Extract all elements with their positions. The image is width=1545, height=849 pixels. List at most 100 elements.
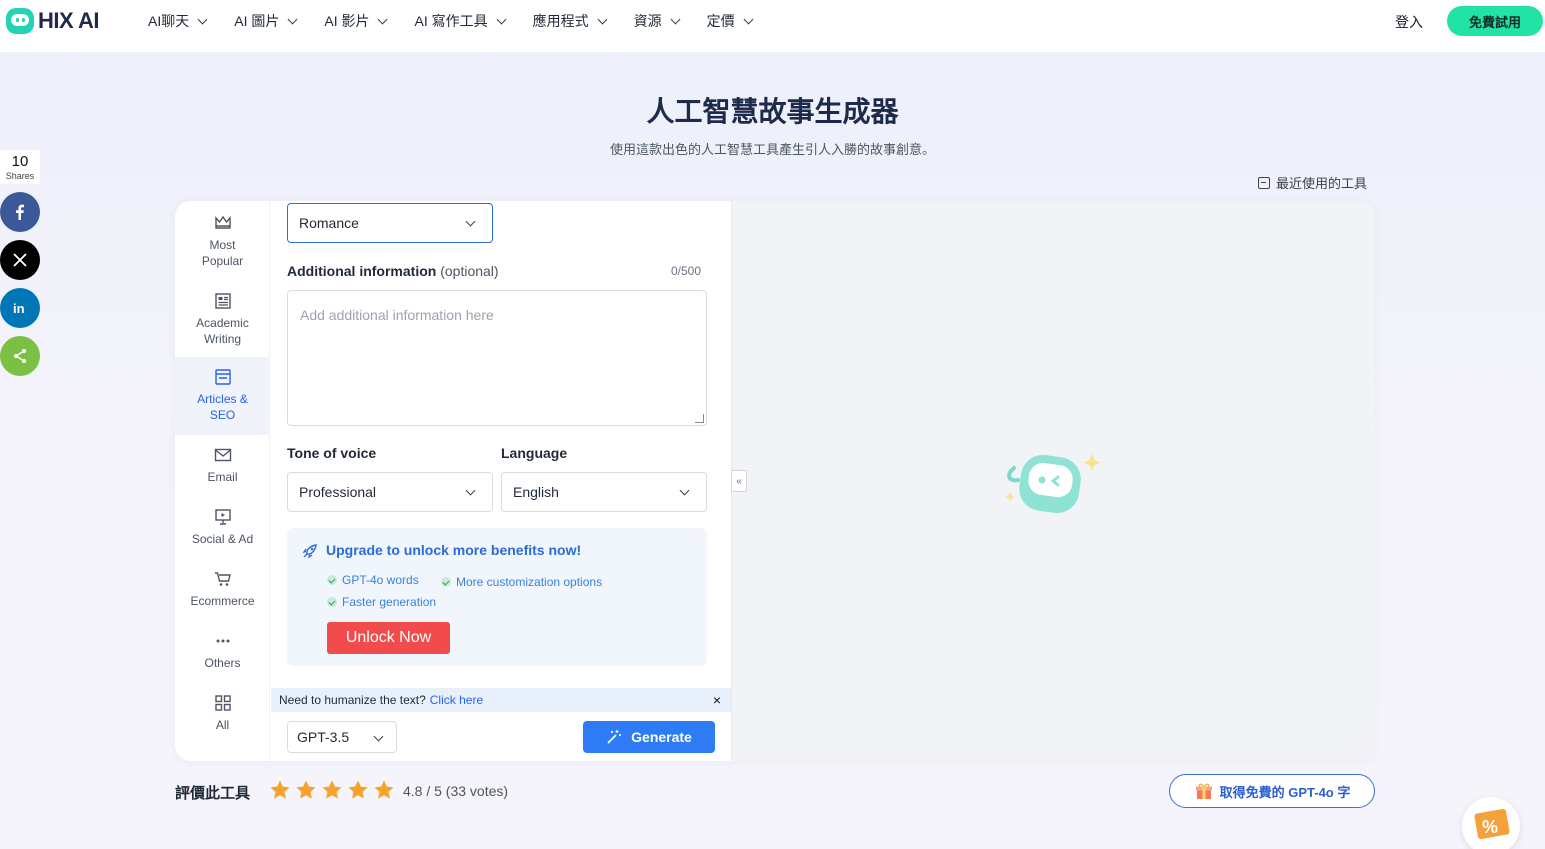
star-icon[interactable] — [373, 779, 395, 801]
category-label: Writing — [203, 332, 242, 346]
generic-share-button[interactable] — [0, 336, 40, 376]
model-value: GPT-3.5 — [297, 729, 350, 745]
magic-wand-icon — [607, 730, 622, 744]
chevron-down-icon — [378, 14, 388, 24]
genre-select[interactable]: Romance — [287, 203, 493, 243]
chevron-down-icon — [465, 216, 476, 227]
share-count-label: Shares — [5, 171, 35, 181]
linkedin-share-button[interactable]: in — [0, 288, 40, 328]
nav-item-label: AI 圖片 — [234, 13, 280, 29]
category-label: Others — [204, 656, 241, 670]
check-icon — [327, 597, 337, 607]
category-rail: Most Popular Academic Writing Articles &… — [175, 201, 270, 761]
humanize-link[interactable]: Click here — [430, 693, 483, 707]
star-rating — [269, 779, 399, 801]
char-counter: 0/500 — [671, 264, 702, 278]
additional-info-label: Additional information (optional) — [287, 263, 499, 279]
logo[interactable]: HIX AI — [6, 8, 99, 34]
free-gpt4o-words-button[interactable]: 取得免費的 GPT-4o 字 — [1169, 774, 1375, 808]
nav-item-label: AI 影片 — [324, 13, 370, 29]
benefit-text: Faster generation — [342, 595, 437, 609]
category-social-ad[interactable]: Social & Ad — [175, 507, 270, 551]
x-share-button[interactable] — [0, 240, 40, 280]
promo-badge[interactable]: % — [1462, 797, 1520, 849]
resize-handle[interactable] — [695, 414, 704, 423]
category-label: Social & Ad — [191, 532, 254, 546]
share-icon — [14, 349, 26, 363]
additional-info-label-text: Additional information — [287, 263, 437, 279]
additional-info-textarea[interactable]: Add additional information here — [287, 290, 707, 426]
discount-icon: % — [1474, 808, 1510, 840]
humanize-banner: Need to humanize the text? Click here × — [271, 688, 731, 712]
facebook-share-button[interactable] — [0, 192, 40, 232]
chevron-down-icon — [679, 485, 690, 496]
collapse-panel-button[interactable]: « — [731, 470, 747, 492]
star-icon[interactable] — [347, 779, 369, 801]
star-icon[interactable] — [269, 779, 291, 801]
category-articles-seo[interactable]: Articles & SEO — [175, 357, 270, 435]
nav-item-pricing[interactable]: 定價 — [706, 11, 754, 31]
upgrade-title: Upgrade to unlock more benefits now! — [326, 542, 582, 558]
category-label: SEO — [209, 408, 236, 422]
category-others[interactable]: Others — [175, 631, 270, 675]
chevron-down-icon — [597, 14, 608, 24]
model-select[interactable]: GPT-3.5 — [287, 721, 397, 753]
star-icon[interactable] — [321, 779, 343, 801]
upgrade-panel: Upgrade to unlock more benefits now! GPT… — [287, 528, 707, 666]
robot-mascot-icon — [1005, 454, 1101, 514]
nav-item-label: 資源 — [633, 13, 662, 29]
nav-item-apps[interactable]: 應用程式 — [533, 11, 608, 31]
form-column: Romance Additional information (optional… — [271, 201, 827, 761]
category-label: Email — [207, 470, 238, 484]
category-email[interactable]: Email — [175, 445, 270, 489]
more-icon — [216, 639, 229, 643]
tool-card: Most Popular Academic Writing Articles &… — [175, 201, 1375, 761]
category-label: Popular — [201, 254, 244, 268]
rate-tool-label: 評價此工具 — [175, 785, 251, 802]
gift-label: 取得免費的 GPT-4o 字 — [1219, 784, 1351, 800]
facebook-icon — [16, 204, 24, 220]
gift-icon — [1195, 783, 1212, 799]
benefit-item: Faster generation — [327, 595, 436, 609]
textarea-placeholder: Add additional information here — [300, 307, 494, 323]
benefit-item: More customization options — [441, 575, 602, 589]
page-subtitle: 使用這款出色的人工智慧工具產生引人入勝的故事創意。 — [609, 142, 935, 157]
nav-item-ai-chat[interactable]: AI聊天 — [148, 11, 208, 31]
optional-tag: (optional) — [440, 263, 499, 279]
browser-icon — [214, 369, 231, 385]
free-trial-button[interactable]: 免費試用 — [1447, 6, 1543, 36]
close-icon[interactable]: × — [713, 692, 721, 708]
grid-icon — [214, 695, 231, 711]
svg-text:in: in — [13, 301, 25, 315]
category-all[interactable]: All — [175, 693, 270, 737]
category-ecommerce[interactable]: Ecommerce — [175, 569, 270, 613]
tone-select[interactable]: Professional — [287, 472, 493, 512]
category-most-popular[interactable]: Most Popular — [175, 211, 270, 271]
category-academic-writing[interactable]: Academic Writing — [175, 289, 270, 351]
star-icon[interactable] — [295, 779, 317, 801]
nav-item-ai-writing[interactable]: AI 寫作工具 — [414, 11, 507, 31]
svg-text:%: % — [1482, 817, 1498, 837]
unlock-now-button[interactable]: Unlock Now — [327, 622, 450, 654]
check-icon — [327, 575, 337, 585]
nav-item-label: 定價 — [706, 13, 735, 29]
recent-tools-link[interactable]: 最近使用的工具 — [1258, 173, 1367, 192]
nav-item-ai-image[interactable]: AI 圖片 — [234, 11, 298, 31]
share-count: 10 Shares — [0, 150, 40, 184]
rocket-icon — [302, 544, 317, 559]
linkedin-icon: in — [13, 301, 25, 315]
chevron-down-icon — [496, 14, 507, 24]
language-label: Language — [501, 445, 568, 461]
share-count-number: 10 — [11, 153, 29, 170]
language-select[interactable]: English — [501, 472, 707, 512]
generate-label: Generate — [631, 729, 692, 745]
nav-menu: AI聊天 AI 圖片 AI 影片 AI 寫作工具 應用程式 資源 定價 — [148, 0, 780, 42]
rating-score: 4.8 / 5 (33 votes) — [403, 783, 509, 799]
nav-item-ai-video[interactable]: AI 影片 — [324, 11, 388, 31]
generate-button[interactable]: Generate — [583, 721, 715, 753]
crown-icon — [214, 215, 231, 229]
login-link[interactable]: 登入 — [1395, 12, 1423, 32]
nav-item-resources[interactable]: 資源 — [633, 11, 681, 31]
category-label: All — [215, 718, 230, 732]
genre-value: Romance — [299, 215, 359, 231]
